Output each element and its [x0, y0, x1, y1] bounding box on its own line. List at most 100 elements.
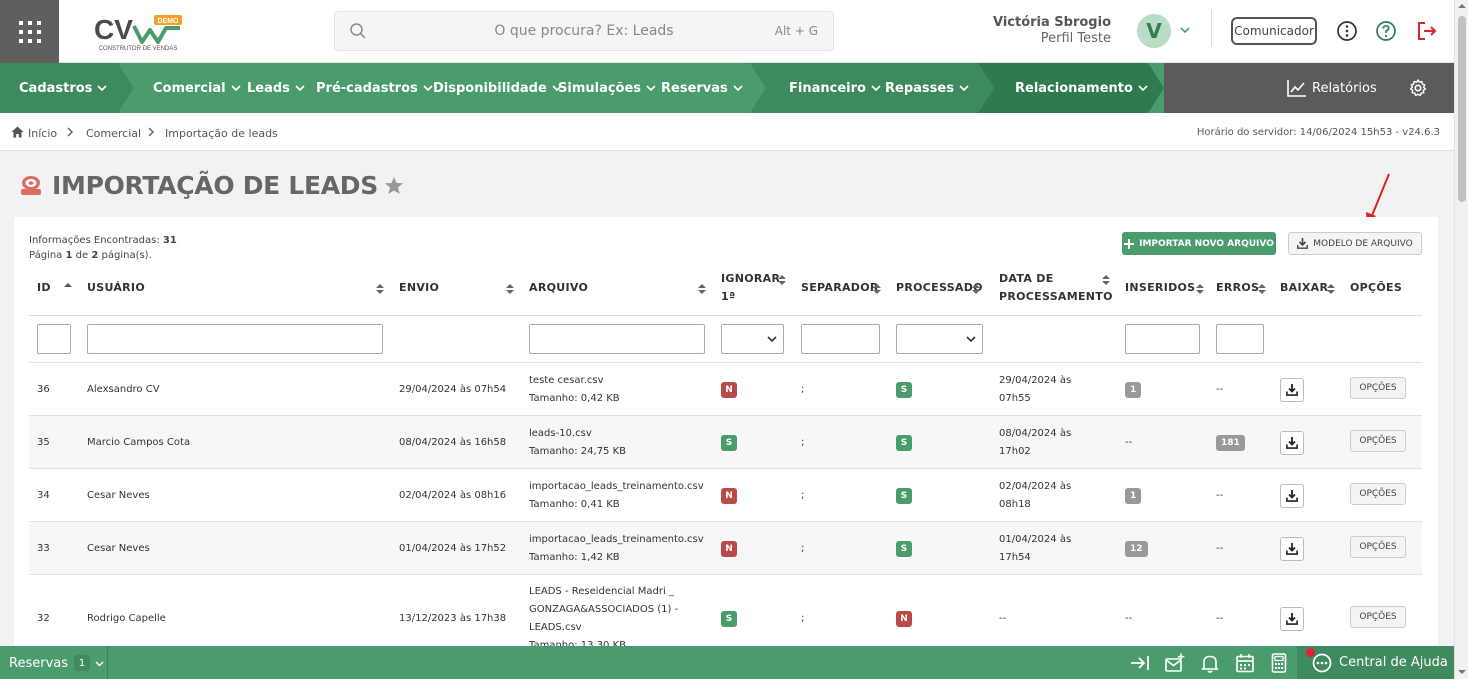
download-button[interactable] — [1280, 484, 1304, 508]
processado-badge: N — [896, 611, 912, 627]
nav-disponibilidade[interactable]: Disponibilidade — [433, 63, 562, 113]
reservas-dock[interactable]: Reservas 1 — [9, 655, 104, 671]
cv-logo[interactable]: CV DEMO CONSTRUTOR DE VENDAS — [92, 12, 184, 52]
filter-ignorar-select[interactable] — [721, 324, 784, 354]
filter-arquivo-input[interactable] — [529, 324, 705, 354]
import-list-card: Informações Encontradas: 31 Página 1 de … — [14, 217, 1438, 657]
col-header-separador[interactable]: SEPARADOR — [801, 279, 879, 297]
scroll-down-icon[interactable] — [1458, 669, 1466, 675]
nav-simulacoes[interactable]: Simulações — [558, 63, 656, 113]
comunicador-button[interactable]: Comunicador — [1231, 17, 1317, 45]
sort-icon[interactable] — [698, 283, 706, 295]
settings-gear-icon[interactable] — [1409, 79, 1427, 97]
cell-inseridos: -- — [1125, 437, 1133, 448]
help-center-button[interactable]: Central de Ajuda — [1297, 646, 1454, 679]
filter-erros-input[interactable] — [1216, 324, 1264, 354]
filter-id-input[interactable] — [37, 324, 71, 354]
sort-icon[interactable] — [506, 283, 514, 295]
options-button[interactable]: OPÇÕES — [1350, 483, 1406, 505]
sort-icon[interactable] — [1196, 283, 1204, 295]
help-icon[interactable] — [1375, 20, 1397, 42]
nav-comercial[interactable]: Comercial — [153, 63, 241, 113]
nav-relacionamento[interactable]: Relacionamento — [1015, 63, 1148, 113]
filter-inseridos-input[interactable] — [1125, 324, 1200, 354]
import-button-label: IMPORTAR NOVO ARQUIVO — [1139, 238, 1274, 249]
calculator-icon[interactable] — [1269, 653, 1289, 673]
apps-menu-button[interactable] — [0, 0, 59, 63]
calendar-icon[interactable] — [1235, 653, 1255, 673]
user-profile: Perfil Teste — [1040, 31, 1111, 46]
download-button[interactable] — [1280, 431, 1304, 455]
download-button[interactable] — [1280, 378, 1304, 402]
results-label: Informações Encontradas: — [29, 235, 160, 246]
erros-count-badge: 181 — [1216, 435, 1245, 451]
footer-bar: Reservas 1 Central de Ajuda — [0, 646, 1454, 679]
options-button[interactable]: OPÇÕES — [1350, 377, 1406, 399]
cell-usuario: Cesar Neves — [87, 490, 150, 501]
options-button[interactable]: OPÇÕES — [1350, 606, 1406, 628]
col-header-arquivo[interactable]: ARQUIVO — [529, 279, 588, 297]
options-button[interactable]: OPÇÕES — [1350, 536, 1406, 558]
sort-icon[interactable] — [376, 283, 384, 295]
cell-envio: 29/04/2024 às 07h54 — [399, 384, 507, 395]
sort-icon[interactable] — [778, 274, 786, 286]
logout-icon[interactable] — [1416, 20, 1438, 42]
col-header-processado[interactable]: PROCESSADO — [896, 279, 983, 297]
filter-usuario-input[interactable] — [87, 324, 383, 354]
avatar[interactable]: V — [1137, 14, 1171, 48]
import-new-file-button[interactable]: IMPORTAR NOVO ARQUIVO — [1122, 232, 1276, 255]
col-header-envio[interactable]: ENVIO — [399, 279, 439, 297]
divider — [1211, 10, 1212, 46]
sort-icon[interactable] — [1327, 283, 1335, 295]
download-icon — [1286, 543, 1298, 555]
notification-bell-icon[interactable] — [1200, 653, 1220, 673]
col-header-data-processamento[interactable]: DATA DE PROCESSAMENTO — [999, 270, 1113, 306]
nav-leads[interactable]: Leads — [247, 63, 305, 113]
breadcrumb-home[interactable]: Início — [28, 127, 57, 140]
nav-reservas[interactable]: Reservas — [661, 63, 743, 113]
sort-icon[interactable] — [873, 283, 881, 295]
nav-repasses[interactable]: Repasses — [885, 63, 969, 113]
nav-cadastros[interactable]: Cadastros — [19, 63, 108, 113]
page-scrollbar[interactable] — [1454, 0, 1468, 679]
col-header-inseridos[interactable]: INSERIDOS — [1125, 279, 1195, 297]
col-header-baixar[interactable]: BAIXAR — [1280, 279, 1328, 297]
col-header-id[interactable]: ID — [37, 279, 51, 297]
more-options-icon[interactable] — [1336, 20, 1358, 42]
sort-icon[interactable] — [1258, 283, 1266, 295]
chevron-down-icon — [231, 85, 241, 92]
favorite-star-icon[interactable] — [384, 176, 404, 195]
col-header-usuario[interactable]: USUÁRIO — [87, 279, 145, 297]
sort-asc-icon[interactable] — [64, 282, 72, 288]
search-box[interactable]: O que procura? Ex: Leads Alt + G — [334, 11, 834, 51]
mail-add-icon[interactable] — [1165, 653, 1185, 673]
chevron-down-icon[interactable] — [1179, 24, 1191, 36]
filter-processado-select[interactable] — [896, 324, 983, 354]
scroll-up-icon[interactable] — [1458, 3, 1466, 9]
cell-data: 01/04/2024 às — [999, 534, 1072, 545]
filter-separador-input[interactable] — [801, 324, 880, 354]
sort-icon[interactable] — [972, 283, 980, 295]
inseridos-count-badge: 1 — [1125, 382, 1142, 398]
download-button[interactable] — [1280, 537, 1304, 561]
nav-financeiro[interactable]: Financeiro — [789, 63, 881, 113]
options-button[interactable]: OPÇÕES — [1350, 430, 1406, 452]
nav-pre-cadastros[interactable]: Pré-cadastros — [316, 63, 433, 113]
logo-caption: CONSTRUTOR DE VENDAS — [99, 46, 178, 52]
cell-tamanho: Tamanho: 0,42 KB — [529, 393, 620, 404]
user-name[interactable]: Victória Sbrogio — [993, 15, 1111, 30]
cell-arquivo: importacao_leads_treinamento.csv — [529, 481, 704, 492]
breadcrumb-comercial[interactable]: Comercial — [86, 127, 141, 140]
download-icon — [1286, 613, 1298, 625]
home-icon[interactable] — [11, 126, 24, 138]
chevron-down-icon — [95, 660, 104, 667]
page-mid: de — [75, 250, 89, 261]
download-button[interactable] — [1280, 607, 1304, 631]
col-header-ignorar[interactable]: IGNORAR 1ª — [721, 270, 780, 306]
col-header-erros[interactable]: ERROS — [1216, 279, 1259, 297]
sort-icon[interactable] — [1102, 274, 1110, 286]
nav-relatorios[interactable]: Relatórios — [1287, 63, 1377, 113]
scrollbar-thumb[interactable] — [1458, 16, 1466, 202]
collapse-right-icon[interactable] — [1130, 653, 1150, 673]
file-model-button[interactable]: MODELO DE ARQUIVO — [1288, 232, 1422, 255]
